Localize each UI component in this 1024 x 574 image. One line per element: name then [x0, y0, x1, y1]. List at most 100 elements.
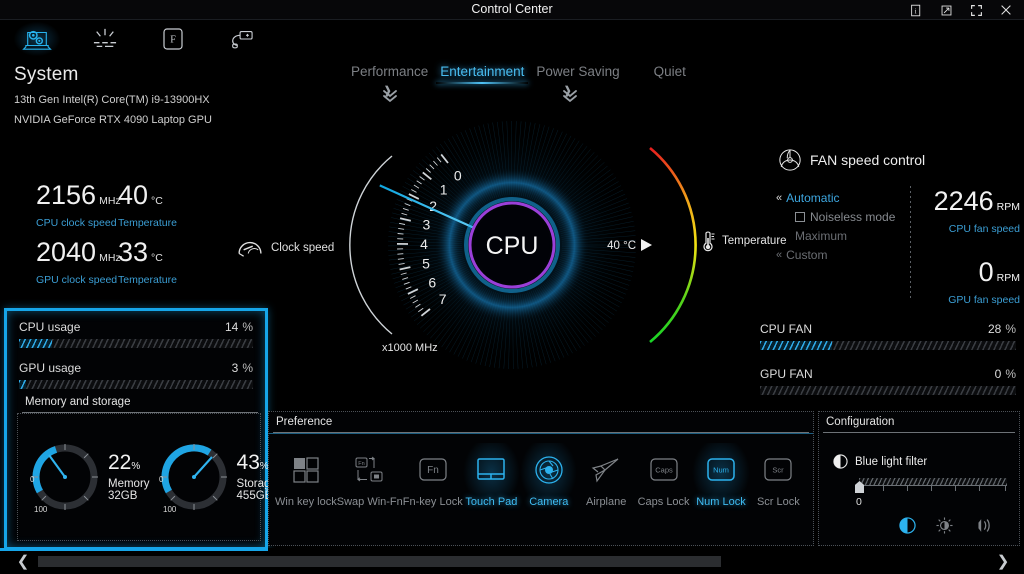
system-settings-icon[interactable]	[14, 22, 60, 56]
gpu-temp-unit: °C	[151, 252, 163, 264]
cpu-clock-row: 2156MHz CPU clock speed 40°C Temperature	[36, 180, 202, 229]
camera-icon	[534, 451, 564, 489]
svg-text:i: i	[914, 6, 916, 15]
gpu-clock-value: 2040	[36, 237, 96, 267]
fan-panel-divider	[910, 186, 911, 298]
pref-touch-pad[interactable]: Touch Pad	[463, 443, 520, 508]
fan-mode-maximum[interactable]: Maximum	[776, 226, 911, 245]
gpu-usage-unit: %	[242, 361, 253, 375]
airplane-icon	[591, 451, 621, 489]
pref-fn-key-lock[interactable]: Fn Fn-key Lock	[403, 443, 463, 508]
pref-scr-lock[interactable]: Scr Scr Lock	[750, 443, 807, 508]
device-connection-icon[interactable]	[218, 22, 264, 56]
gpu-usage-progress-bar	[19, 380, 253, 389]
gpu-fan-progress-bar	[760, 386, 1016, 395]
pref-swap-win-fn-label: Swap Win-Fn	[337, 496, 403, 508]
scrollbar-thumb[interactable]	[38, 556, 721, 567]
pref-airplane[interactable]: Airplane	[577, 443, 634, 508]
configuration-title: Configuration	[823, 416, 1015, 433]
cpu-temp-label: Temperature	[118, 217, 202, 229]
cpu-model: 13th Gen Intel(R) Core(TM) i9-13900HX	[14, 94, 212, 106]
tab-power-saving[interactable]: Power Saving	[530, 64, 625, 79]
pref-swap-win-fn[interactable]: Fn Swap Win-Fn	[337, 443, 403, 508]
usage-panel[interactable]: CPU usage 14% GPU usage 3% Memory and st…	[4, 308, 268, 550]
tab-performance-label: Performance	[351, 64, 428, 79]
cpu-usage-value: 14	[225, 320, 238, 334]
pref-camera[interactable]: Camera	[520, 443, 577, 508]
restore-icon[interactable]	[932, 0, 960, 20]
pref-caps-lock[interactable]: Caps Caps Lock	[635, 443, 692, 508]
cpu-fan-speed-unit: RPM	[997, 201, 1020, 213]
horizontal-scrollbar[interactable]	[38, 556, 986, 567]
brightness-icon[interactable]	[936, 517, 953, 534]
chevron-double-down-icon-2[interactable]	[560, 88, 580, 104]
fan-usage-bars: CPU FAN 28% GPU FAN 0%	[760, 322, 1016, 412]
cpu-scale-tick-7: 7	[439, 291, 447, 307]
cpu-clock-value: 2156	[36, 180, 96, 210]
fan-speed-control-header: FAN speed control	[778, 148, 925, 172]
memory-percent: 22	[108, 451, 131, 474]
pref-win-key-lock-label: Win key lock	[275, 496, 337, 508]
close-icon[interactable]	[992, 0, 1020, 20]
pref-scr-lock-label: Scr Lock	[757, 496, 800, 508]
blue-light-filter-slider[interactable]: 0	[859, 478, 1007, 493]
memory-percent-unit: %	[131, 461, 140, 472]
gpu-clock-speed: 2040MHz GPU clock speed	[36, 237, 118, 286]
fan-speed-readouts: 2246RPM CPU fan speed 0RPM GPU fan speed	[916, 186, 1020, 306]
cpu-scale-arc	[350, 156, 392, 334]
memory-gauge-text: 22% Memory 32GB	[108, 452, 150, 502]
preference-panel: Preference Win key lock Fn	[268, 411, 814, 546]
memory-storage-title: Memory and storage	[22, 396, 258, 413]
chevron-double-down-icon-1[interactable]	[380, 88, 400, 104]
cpu-fan-speed-label: CPU fan speed	[916, 223, 1020, 235]
system-info: System 13th Gen Intel(R) Core(TM) i9-139…	[14, 64, 212, 126]
cpu-fan-bar-item: CPU FAN 28%	[760, 322, 1016, 350]
pref-win-key-lock[interactable]: Win key lock	[275, 443, 337, 508]
scroll-left-icon[interactable]: ❮	[12, 551, 34, 571]
fan-mode-noiseless[interactable]: Noiseless mode	[776, 207, 911, 226]
cpu-fan-speed-value: 2246	[934, 186, 994, 216]
tab-quiet[interactable]: Quiet	[648, 64, 692, 79]
blue-light-filter-value: 0	[856, 496, 862, 508]
svg-text:Fn: Fn	[358, 461, 364, 467]
cpu-fan-bar-unit: %	[1005, 322, 1016, 336]
fullscreen-icon[interactable]	[962, 0, 990, 20]
pref-touch-pad-label: Touch Pad	[465, 496, 517, 508]
gpu-fan-speed-value: 0	[979, 257, 994, 287]
gpu-fan-bar-label: GPU FAN	[760, 367, 813, 381]
pref-num-lock[interactable]: Num Num Lock	[692, 443, 749, 508]
fn-key-lock-icon: Fn	[416, 451, 450, 489]
pref-fn-key-lock-label: Fn-key Lock	[403, 496, 463, 508]
fan-mode-automatic[interactable]: « Automatic	[776, 188, 911, 207]
preference-title: Preference	[273, 416, 809, 433]
keyboard-backlight-icon[interactable]	[82, 22, 128, 56]
cpu-fan-progress-fill	[760, 341, 832, 350]
title-bar: Control Center i	[0, 0, 1024, 20]
gpu-temp-value: 33	[118, 237, 148, 267]
gpu-fan-bar-item: GPU FAN 0%	[760, 367, 1016, 395]
cpu-scale-tick-4: 4	[420, 236, 428, 252]
cpu-clock-label: CPU clock speed	[36, 217, 118, 229]
active-tab-underline	[436, 82, 528, 84]
win-key-lock-icon	[293, 451, 319, 489]
audio-icon[interactable]	[973, 517, 993, 534]
mode-toolbar: F	[14, 20, 264, 58]
cpu-temp-unit: °C	[151, 195, 163, 207]
gpu-usage-item: GPU usage 3%	[7, 348, 265, 389]
info-icon[interactable]: i	[902, 0, 930, 20]
tab-entertainment[interactable]: Entertainment	[434, 64, 530, 79]
num-lock-icon: Num	[704, 451, 738, 489]
checkbox-noiseless[interactable]	[795, 212, 805, 222]
fan-mode-custom[interactable]: « Custom	[776, 245, 911, 264]
memory-name: Memory	[108, 478, 150, 490]
svg-text:Caps: Caps	[655, 466, 673, 475]
fan-mode-noiseless-label: Noiseless mode	[810, 210, 895, 224]
slider-ticks	[859, 485, 1007, 493]
swap-win-fn-icon: Fn	[354, 451, 386, 489]
fn-key-icon[interactable]: F	[150, 22, 196, 56]
blue-light-filter-icon-toggle[interactable]	[899, 517, 916, 534]
scroll-right-icon[interactable]: ❯	[992, 551, 1014, 571]
tab-performance[interactable]: Performance	[345, 64, 434, 79]
temperature-legend: Temperature	[700, 230, 787, 252]
blue-light-filter-row[interactable]: Blue light filter	[833, 454, 927, 469]
